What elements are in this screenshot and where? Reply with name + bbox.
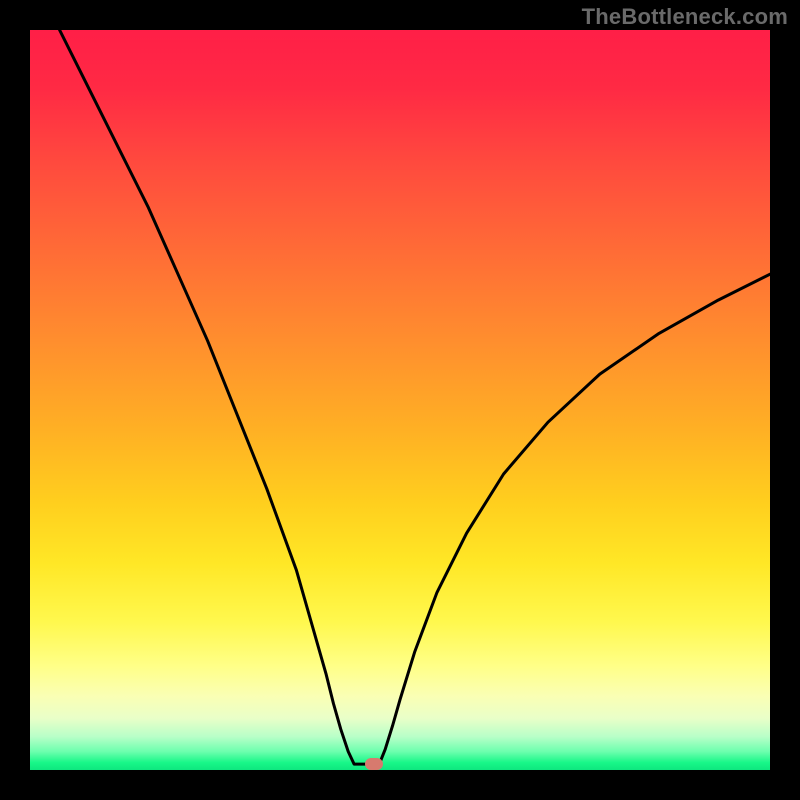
curve-path xyxy=(60,30,770,764)
bottleneck-curve xyxy=(30,30,770,770)
watermark-text: TheBottleneck.com xyxy=(582,4,788,30)
minimum-marker xyxy=(365,758,383,770)
plot-area xyxy=(30,30,770,770)
chart-frame: TheBottleneck.com xyxy=(0,0,800,800)
